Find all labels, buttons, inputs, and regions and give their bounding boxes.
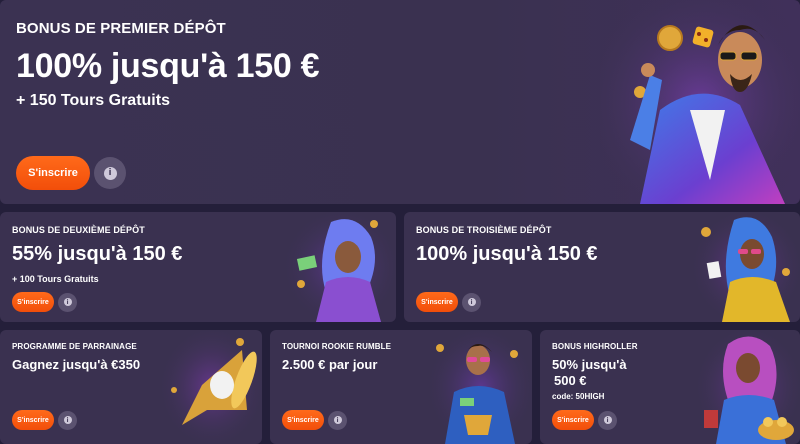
card-headline: 55% jusqu'à 150 € — [12, 243, 183, 265]
rookie-rumble-tournament-card: TOURNOI ROOKIE RUMBLE 2.500 € par jour S… — [270, 330, 532, 444]
info-button[interactable]: i — [58, 410, 77, 430]
card-kicker: BONUS DE TROISIÈME DÉPÔT — [416, 225, 552, 235]
info-icon: i — [103, 166, 117, 180]
card-headline: Gagnez jusqu'à €350 — [12, 357, 141, 372]
info-button[interactable]: i — [328, 410, 347, 430]
card-kicker: BONUS DE PREMIER DÉPÔT — [16, 20, 226, 37]
info-button[interactable]: i — [462, 292, 481, 312]
card-kicker: TOURNOI ROOKIE RUMBLE — [282, 342, 392, 351]
card-headline: 100% jusqu'à 150 € — [16, 47, 320, 85]
card-subtitle: + 150 Tours Gratuits — [16, 92, 170, 109]
third-deposit-bonus-card: BONUS DE TROISIÈME DÉPÔT 100% jusqu'à 15… — [404, 212, 800, 322]
woman-with-gold-illustration — [698, 330, 800, 444]
highroller-bonus-card: BONUS HIGHROLLER 50% jusqu'à 500 € code:… — [540, 330, 800, 444]
woman-with-cash-illustration — [286, 212, 396, 322]
card-kicker: PROGRAMME DE PARRAINAGE — [12, 342, 137, 351]
card-headline-line1: 50% jusqu'à — [552, 357, 627, 372]
referral-program-card: PROGRAMME DE PARRAINAGE Gagnez jusqu'à €… — [0, 330, 262, 444]
man-with-trophy-illustration — [430, 330, 532, 444]
signup-button[interactable]: S'inscrire — [12, 292, 54, 312]
megaphone-illustration — [162, 330, 262, 444]
card-kicker: BONUS DE DEUXIÈME DÉPÔT — [12, 225, 145, 235]
info-button[interactable]: i — [598, 410, 617, 430]
info-button[interactable]: i — [94, 157, 126, 189]
casino-man-illustration — [600, 0, 800, 204]
signup-button[interactable]: S'inscrire — [16, 156, 90, 190]
card-subtitle: + 100 Tours Gratuits — [12, 274, 99, 284]
promo-code: code: 50HIGH — [552, 392, 605, 401]
first-deposit-bonus-card: BONUS DE PREMIER DÉPÔT 100% jusqu'à 150 … — [0, 0, 800, 204]
card-headline: 2.500 € par jour — [282, 357, 378, 372]
card-headline: 100% jusqu'à 150 € — [416, 243, 598, 265]
signup-button[interactable]: S'inscrire — [282, 410, 324, 430]
woman-with-cards-illustration — [694, 212, 800, 322]
signup-button[interactable]: S'inscrire — [416, 292, 458, 312]
info-button[interactable]: i — [58, 292, 77, 312]
info-icon: i — [333, 416, 342, 424]
info-icon: i — [63, 416, 72, 424]
second-deposit-bonus-card: BONUS DE DEUXIÈME DÉPÔT 55% jusqu'à 150 … — [0, 212, 396, 322]
signup-button[interactable]: S'inscrire — [552, 410, 594, 430]
info-icon: i — [467, 298, 476, 306]
card-headline-line2: 500 € — [554, 373, 587, 388]
info-icon: i — [603, 416, 612, 424]
signup-button[interactable]: S'inscrire — [12, 410, 54, 430]
info-icon: i — [63, 298, 72, 306]
card-kicker: BONUS HIGHROLLER — [552, 342, 638, 351]
